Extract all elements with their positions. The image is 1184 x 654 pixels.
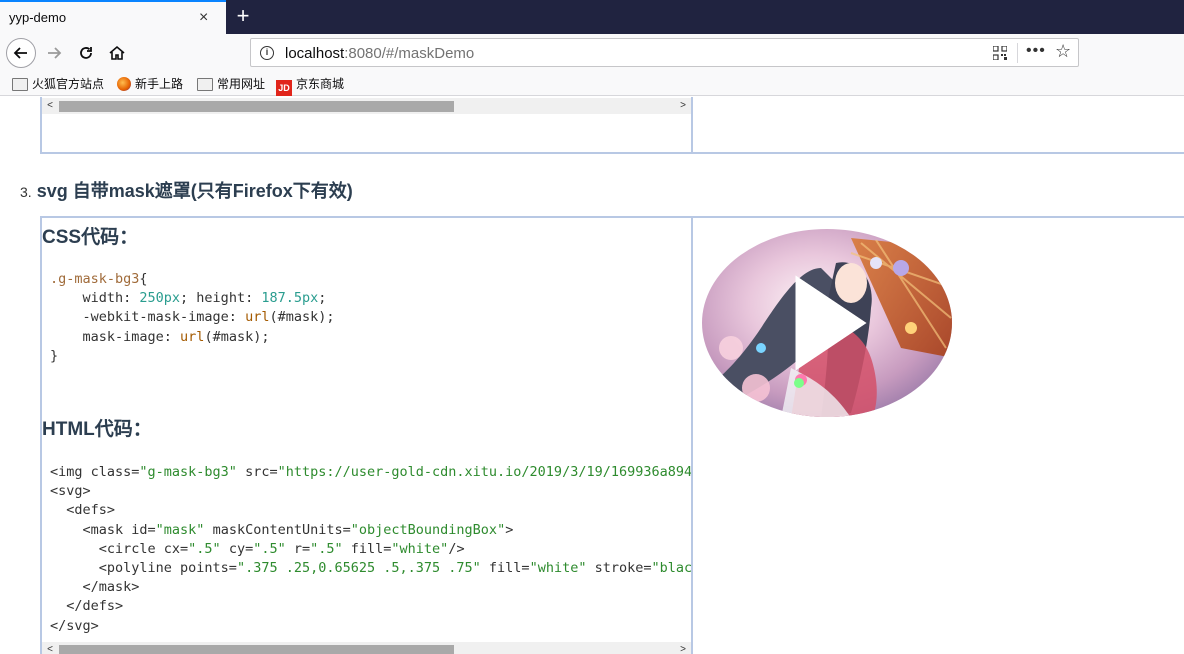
code-token: src=	[236, 464, 278, 480]
code-token: 250px	[139, 290, 181, 307]
folder-icon	[12, 78, 28, 91]
section-number: 3.	[20, 184, 32, 200]
qr-code-icon[interactable]	[993, 46, 1007, 60]
code-token: maskContentUnits=	[204, 521, 351, 538]
star-icon[interactable]: ☆	[1055, 41, 1071, 62]
new-tab-button[interactable]: +	[232, 4, 254, 28]
code-token: />	[448, 540, 465, 557]
folder-icon	[197, 78, 213, 91]
url-text[interactable]: localhost:8080/#/maskDemo	[285, 45, 474, 62]
code-token: fill=	[480, 560, 530, 577]
code-pane: CSS代码： .g-mask-bg3{ width: 250px; height…	[42, 218, 691, 654]
navigation-bar: i localhost:8080/#/maskDemo ••• ☆	[0, 34, 1184, 72]
html-heading: HTML代码：	[42, 419, 152, 440]
tab-bar: yyp-demo × +	[0, 0, 1184, 34]
code-token: width:	[50, 290, 140, 307]
code-token: cy=	[220, 540, 254, 557]
code-token: ; height:	[180, 290, 262, 307]
code-token: 187.5px	[261, 290, 319, 307]
code-token: <polyline points=	[50, 560, 237, 577]
code-token: stroke=	[586, 560, 652, 577]
url-separator	[1017, 43, 1018, 63]
arrow-left-icon	[13, 47, 27, 59]
code-token: ".5"	[253, 540, 286, 557]
masked-anime-image	[702, 229, 952, 417]
code-token: ".375 .25,0.65625 .5,.375 .75"	[236, 560, 481, 577]
code-token: <svg>	[50, 483, 91, 500]
scroll-right-icon[interactable]: >	[675, 642, 691, 654]
scroll-left-icon[interactable]: <	[42, 642, 58, 654]
arrow-right-icon	[48, 47, 62, 59]
code-token: mask-image:	[50, 328, 181, 345]
section-heading: 3. svg 自带mask遮罩(只有Firefox下有效)	[20, 177, 353, 203]
code-token: (#mask);	[204, 328, 270, 345]
demo-box-svg-mask: CSS代码： .g-mask-bg3{ width: 250px; height…	[40, 216, 1184, 654]
home-icon	[109, 45, 125, 60]
code-token: url	[180, 328, 205, 345]
bookmark-label: 火狐官方站点	[32, 77, 105, 91]
close-icon[interactable]: ×	[199, 9, 208, 27]
reload-button[interactable]	[71, 38, 101, 68]
bookmarks-bar: 火狐官方站点 新手上路 常用网址 JD 京东商城	[0, 72, 1184, 96]
code-token: "objectBoundingBox"	[350, 521, 506, 538]
tab-title: yyp-demo	[9, 10, 67, 25]
browser-tab[interactable]: yyp-demo ×	[0, 0, 226, 34]
code-token: <circle cx=	[50, 540, 189, 557]
scroll-left-icon[interactable]: <	[42, 98, 58, 114]
bookmark-item[interactable]: 火狐官方站点	[12, 75, 104, 93]
code-token: .g-mask-bg3	[50, 271, 140, 287]
code-token: ".5"	[188, 540, 221, 557]
scroll-right-icon[interactable]: >	[675, 98, 691, 114]
back-button[interactable]	[6, 38, 36, 68]
code-token: "white"	[529, 560, 587, 577]
column-divider	[691, 97, 693, 154]
code-token: ".5"	[310, 540, 343, 557]
code-token: "https://user-gold-cdn.xitu.io/2019/3/19…	[277, 464, 691, 480]
bookmark-label: 常用网址	[217, 77, 266, 91]
code-token: <mask id=	[50, 521, 156, 538]
code-token: >	[505, 521, 514, 538]
horizontal-scrollbar[interactable]: < >	[42, 642, 691, 654]
code-token: "g-mask-bg3"	[139, 464, 237, 480]
code-token: </svg>	[50, 617, 99, 634]
code-token: (#mask);	[269, 309, 335, 326]
home-button[interactable]	[102, 38, 132, 68]
code-token: <img class=	[50, 464, 140, 480]
info-icon[interactable]: i	[260, 46, 274, 60]
css-code-block: .g-mask-bg3{ width: 250px; height: 187.5…	[50, 271, 335, 364]
url-host: localhost	[285, 45, 345, 62]
reload-icon	[80, 47, 92, 59]
demo-box-previous: < >	[40, 97, 1184, 154]
code-token: "mask"	[155, 521, 205, 538]
url-path: :8080/#/maskDemo	[344, 45, 475, 62]
code-token: </mask>	[50, 579, 140, 596]
more-icon[interactable]: •••	[1026, 42, 1046, 60]
code-token: r=	[285, 540, 311, 557]
page-content: < > 3. svg 自带mask遮罩(只有Firefox下有效) CSS代码： …	[0, 97, 1184, 654]
html-code-block: <img class="g-mask-bg3" src="https://use…	[50, 463, 691, 636]
code-token: "white"	[391, 540, 449, 557]
column-divider	[691, 218, 693, 654]
bookmark-item[interactable]: 新手上路	[117, 75, 183, 93]
section-title: svg 自带mask遮罩(只有Firefox下有效)	[36, 181, 353, 201]
scrollbar-thumb[interactable]	[59, 645, 454, 654]
code-token: fill=	[342, 540, 392, 557]
bookmark-item[interactable]: JD 京东商城	[276, 75, 345, 96]
code-token: "black	[651, 560, 692, 577]
forward-button[interactable]	[39, 38, 69, 68]
firefox-icon	[117, 77, 131, 91]
code-token: </defs>	[50, 598, 124, 615]
bookmark-item[interactable]: 常用网址	[197, 75, 265, 93]
horizontal-scrollbar[interactable]: < >	[42, 98, 691, 114]
code-token: <defs>	[50, 502, 116, 519]
scrollbar-thumb[interactable]	[59, 101, 454, 112]
jd-icon: JD	[276, 80, 292, 96]
code-token: url	[245, 309, 270, 326]
bookmark-label: 新手上路	[135, 77, 184, 91]
css-heading: CSS代码：	[42, 227, 139, 248]
code-token: -webkit-mask-image:	[50, 309, 246, 326]
bookmark-label: 京东商城	[296, 77, 345, 91]
url-bar[interactable]: i localhost:8080/#/maskDemo ••• ☆	[250, 38, 1079, 67]
